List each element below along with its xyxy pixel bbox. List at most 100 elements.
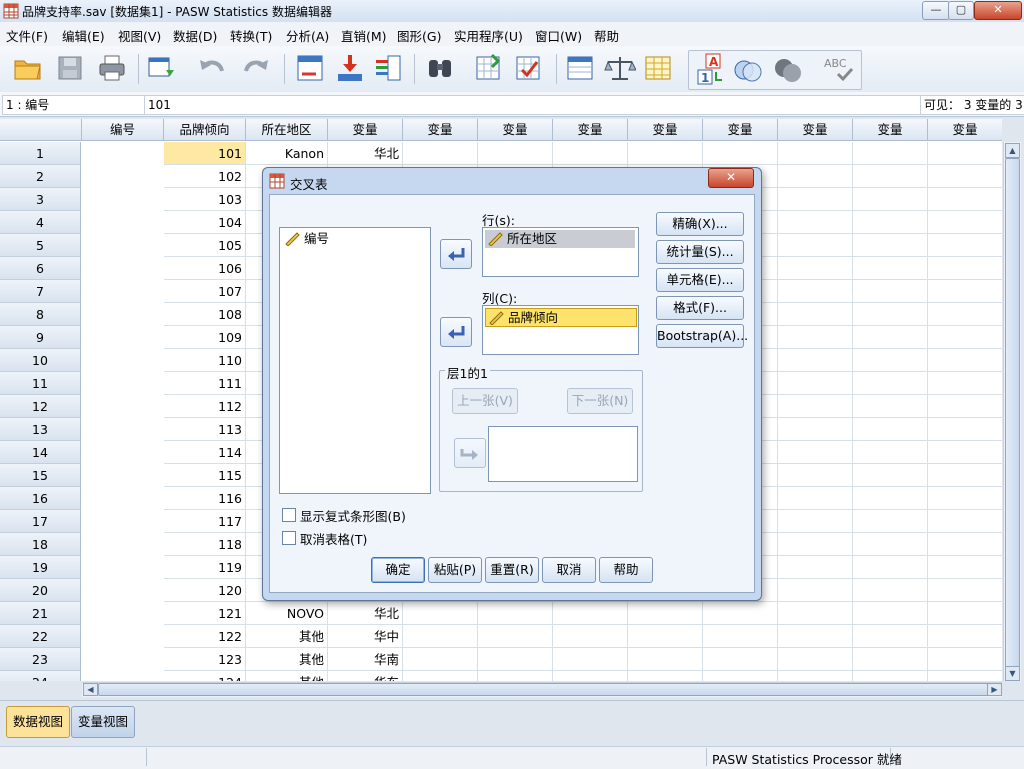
table-cell[interactable] [628,625,703,648]
table-cell[interactable] [853,487,928,510]
table-cell[interactable] [778,280,853,303]
table-cell[interactable]: 111 [164,372,246,395]
row-header[interactable]: 24 [0,671,81,681]
table-cell[interactable] [928,648,1002,671]
table-cell[interactable]: 123 [164,648,246,671]
table-cell[interactable]: 112 [164,395,246,418]
table-cell[interactable] [853,625,928,648]
table-cell[interactable]: 104 [164,211,246,234]
column-header[interactable]: 变量 [478,119,553,141]
rows-list[interactable]: 所在地区 [482,227,639,277]
table-cell[interactable] [853,188,928,211]
row-header[interactable]: 8 [0,303,81,326]
table-cell[interactable] [778,257,853,280]
table-cell[interactable] [478,625,553,648]
table-cell[interactable] [778,234,853,257]
column-header[interactable]: 编号 [82,119,164,141]
row-header[interactable]: 10 [0,349,81,372]
table-cell[interactable] [853,395,928,418]
table-cell[interactable] [928,579,1002,602]
find-binoculars-icon[interactable] [424,52,456,84]
clustered-bar-checkbox[interactable] [282,508,296,522]
table-cell[interactable] [478,671,553,681]
table-cell[interactable] [853,556,928,579]
statistics-button[interactable]: 统计量(S)... [656,240,744,264]
table-cell[interactable]: 114 [164,441,246,464]
redo-icon[interactable] [240,52,272,84]
table-cell[interactable] [478,602,553,625]
table-cell[interactable] [928,487,1002,510]
help-button[interactable]: 帮助 [599,557,653,583]
column-header[interactable]: 变量 [403,119,478,141]
table-cell[interactable] [778,625,853,648]
table-cell[interactable] [853,671,928,681]
column-header[interactable]: 变量 [928,119,1002,141]
row-header[interactable]: 19 [0,556,81,579]
list-item[interactable]: 品牌倾向 [485,308,637,327]
move-to-columns-button[interactable] [440,317,472,347]
column-header[interactable]: 变量 [553,119,628,141]
table-cell[interactable]: 109 [164,326,246,349]
table-cell[interactable] [928,280,1002,303]
table-cell[interactable] [778,372,853,395]
table-cell[interactable]: 116 [164,487,246,510]
table-cell[interactable] [928,188,1002,211]
table-cell[interactable]: 其他 [246,671,328,681]
table-cell[interactable] [853,326,928,349]
table-cell[interactable] [553,648,628,671]
table-cell[interactable]: 118 [164,533,246,556]
scroll-down-arrow-icon[interactable]: ▼ [1005,666,1020,681]
variable-sets-icon[interactable] [642,52,674,84]
table-cell[interactable] [853,533,928,556]
table-cell[interactable]: 124 [164,671,246,681]
insert-case-icon[interactable] [334,52,366,84]
scroll-left-arrow-icon[interactable]: ◀ [83,683,98,696]
scroll-up-arrow-icon[interactable]: ▲ [1005,143,1020,158]
ok-button[interactable]: 确定 [371,557,425,583]
table-cell[interactable] [778,395,853,418]
table-cell[interactable] [853,303,928,326]
insert-variable-icon[interactable] [372,52,404,84]
cell-value-input[interactable]: 101 [144,95,921,115]
table-cell[interactable] [403,625,478,648]
table-cell[interactable] [478,648,553,671]
layer-list[interactable] [488,426,638,482]
table-cell[interactable] [778,165,853,188]
table-cell[interactable] [778,188,853,211]
row-header[interactable]: 11 [0,372,81,395]
table-cell[interactable] [628,602,703,625]
spell-check-icon[interactable]: ABC [822,54,854,86]
table-cell[interactable] [778,303,853,326]
table-cell[interactable] [403,602,478,625]
table-cell[interactable]: 107 [164,280,246,303]
table-cell[interactable] [778,556,853,579]
table-cell[interactable] [853,441,928,464]
vertical-scroll-thumb[interactable] [1005,158,1020,670]
table-cell[interactable] [553,142,628,165]
table-cell[interactable] [778,418,853,441]
column-header[interactable]: 变量 [853,119,928,141]
table-cell[interactable]: 122 [164,625,246,648]
minimize-button[interactable]: — [922,1,950,20]
table-cell[interactable] [703,625,778,648]
goto-case-icon[interactable] [294,52,326,84]
table-cell[interactable] [778,510,853,533]
corner-header[interactable] [0,119,82,141]
table-cell[interactable] [778,142,853,165]
table-cell[interactable]: 其他 [246,625,328,648]
paste-button[interactable]: 粘贴(P) [428,557,482,583]
row-header[interactable]: 20 [0,579,81,602]
table-cell[interactable] [703,142,778,165]
table-cell[interactable]: 103 [164,188,246,211]
table-cell[interactable]: NOVO [246,602,328,625]
table-cell[interactable] [778,349,853,372]
menu-data[interactable]: 数据(D) [173,26,217,45]
scroll-right-arrow-icon[interactable]: ▶ [987,683,1002,696]
show-all-variables-icon[interactable] [772,54,804,86]
column-header[interactable]: 变量 [778,119,853,141]
row-header[interactable]: 12 [0,395,81,418]
table-cell[interactable]: 华中 [328,625,403,648]
table-cell[interactable] [778,671,853,681]
columns-list[interactable]: 品牌倾向 [482,305,639,355]
table-cell[interactable] [928,165,1002,188]
